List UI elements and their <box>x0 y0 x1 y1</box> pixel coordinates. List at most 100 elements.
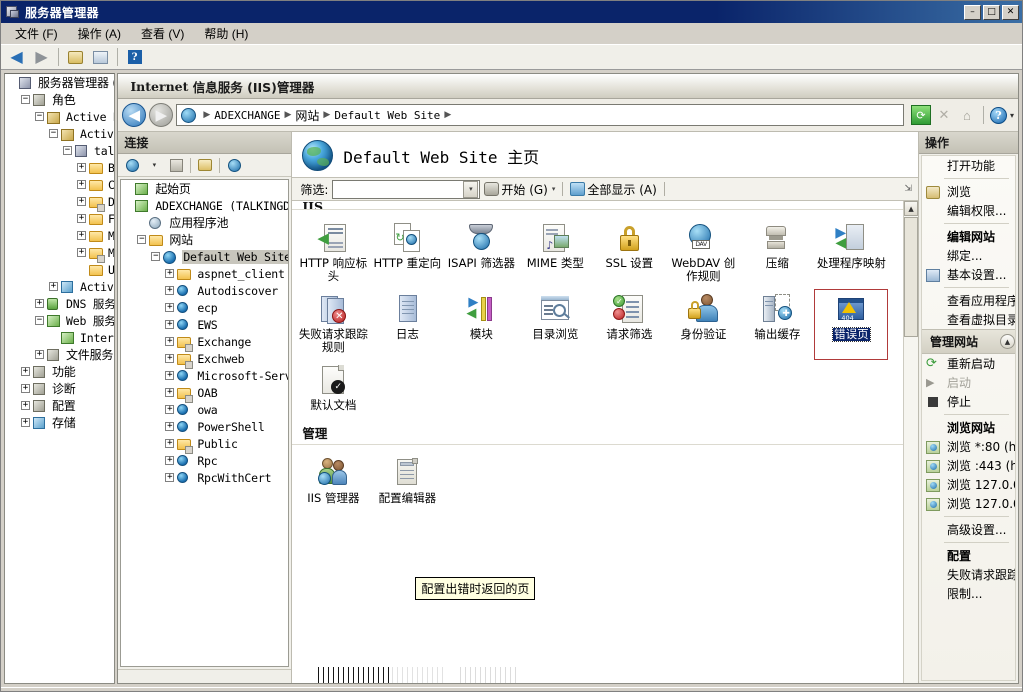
collapse-toggle-icon[interactable]: − <box>137 235 147 244</box>
breadcrumb-item-server[interactable]: ADEXCHANGE <box>214 109 280 122</box>
chevron-down-icon[interactable]: ▾ <box>550 185 556 193</box>
expand-toggle-icon[interactable]: + <box>165 269 175 278</box>
action-item[interactable]: 限制... <box>922 584 1015 603</box>
tree-item[interactable]: Users <box>5 261 114 278</box>
tree-item[interactable]: − Active Directory 用 <box>5 125 114 142</box>
expand-toggle-icon[interactable]: + <box>77 180 86 189</box>
forward-button[interactable]: ▶ <box>30 46 53 68</box>
tree-item[interactable]: + 功能 <box>5 363 114 380</box>
expand-toggle-icon[interactable]: + <box>165 439 175 448</box>
action-item[interactable]: 查看虚拟目录 <box>922 310 1015 329</box>
connections-hscrollbar[interactable] <box>118 669 292 683</box>
tree-item[interactable]: − Web 服务器(IIS) <box>5 312 114 329</box>
connections-item[interactable]: ADEXCHANGE (TALKINGDATA <box>121 197 288 214</box>
tree-item[interactable]: + ForeignSecur <box>5 210 114 227</box>
collapse-toggle-icon[interactable]: − <box>63 146 72 155</box>
expand-toggle-icon[interactable]: + <box>77 248 86 257</box>
action-item[interactable]: 基本设置... <box>922 265 1015 284</box>
tree-item[interactable]: + Builtin <box>5 159 114 176</box>
help-button[interactable]: ? <box>123 46 146 68</box>
feature-item[interactable]: 压缩 <box>740 218 814 289</box>
expand-toggle-icon[interactable]: + <box>165 473 175 482</box>
properties-button[interactable] <box>89 46 112 68</box>
chevron-down-icon[interactable]: ▾ <box>463 180 479 198</box>
action-item[interactable]: 打开功能 <box>922 156 1015 175</box>
action-item[interactable]: 高级设置... <box>922 520 1015 539</box>
expand-toggle-icon[interactable]: + <box>165 371 175 380</box>
collapse-toggle-icon[interactable]: − <box>21 95 30 104</box>
feature-item[interactable]: 配置编辑器 <box>370 453 444 511</box>
tree-item[interactable]: + Domain Contr <box>5 193 114 212</box>
tree-item[interactable]: 服务器管理器 (ADEXCHANGE) <box>5 74 114 91</box>
connections-item[interactable]: 起始页 <box>121 180 288 197</box>
show-hide-tree-button[interactable] <box>64 46 87 68</box>
tree-item[interactable]: Internet 信息服务 ( <box>5 329 114 346</box>
tree-item[interactable]: − 角色 <box>5 91 114 108</box>
maximize-button[interactable]: □ <box>983 4 1000 20</box>
feature-item[interactable]: 日志 <box>370 289 444 360</box>
connections-tree[interactable]: 起始页ADEXCHANGE (TALKINGDATA应用程序池−网站−Defau… <box>120 179 290 667</box>
expand-toggle-icon[interactable]: + <box>77 163 86 172</box>
feature-item[interactable]: ✓ 默认文档 <box>296 360 370 418</box>
help-icon-round[interactable]: ? <box>989 106 1007 124</box>
connections-item[interactable]: + Autodiscover <box>121 282 288 299</box>
menu-action[interactable]: 操作 (A) <box>68 22 131 45</box>
tree-item[interactable]: + 存储 <box>5 414 114 431</box>
expand-toggle-icon[interactable]: + <box>77 214 86 223</box>
refresh-icon[interactable]: ⟳ <box>910 105 931 125</box>
action-item[interactable]: 浏览 <box>922 182 1015 201</box>
expand-toggle-icon[interactable]: + <box>165 456 175 465</box>
help-dropdown-caret-icon[interactable]: ▾ <box>1010 111 1014 120</box>
iis-back-button[interactable]: ◀ <box>122 103 147 127</box>
tree-item[interactable]: + 文件服务 <box>5 346 114 363</box>
feature-item[interactable]: ISAPI 筛选器 <box>444 218 518 289</box>
tree-item[interactable]: + 诊断 <box>5 380 114 397</box>
feature-item[interactable]: ▶ ◀ 模块 <box>444 289 518 360</box>
feature-item[interactable]: ◀ HTTP 响应标头 <box>296 218 370 289</box>
close-button[interactable]: ✕ <box>1002 4 1019 20</box>
action-item[interactable]: 浏览 127.0.0.1:80 (http) <box>922 475 1015 494</box>
connections-item[interactable]: + RpcWithCert <box>121 469 288 486</box>
expand-toggle-icon[interactable]: + <box>165 337 175 346</box>
feature-item[interactable]: ♪ MIME 类型 <box>518 218 592 289</box>
expand-toggle-icon[interactable]: + <box>77 197 86 206</box>
expand-toggle-icon[interactable]: + <box>49 282 58 291</box>
tree-item[interactable]: + Computers <box>5 176 114 193</box>
expand-toggle-icon[interactable]: + <box>35 299 44 308</box>
menu-file[interactable]: 文件 (F) <box>5 22 68 45</box>
open-connection-button[interactable] <box>195 156 215 175</box>
expand-toggle-icon[interactable]: + <box>165 303 175 312</box>
expand-toggle-icon[interactable]: + <box>165 405 175 414</box>
connections-item[interactable]: + Public <box>121 435 288 454</box>
save-connections-button[interactable] <box>166 156 186 175</box>
filter-go-button[interactable]: 开始 (G) ▾ <box>484 181 555 198</box>
menu-help[interactable]: 帮助 (H) <box>194 22 258 45</box>
connections-item[interactable]: + PowerShell <box>121 418 288 435</box>
back-button[interactable]: ◀ <box>5 46 28 68</box>
connections-item-selected[interactable]: − Default Web Site <box>121 248 289 265</box>
disconnect-button[interactable] <box>224 156 244 175</box>
expand-toggle-icon[interactable]: + <box>21 401 30 410</box>
tree-item[interactable]: + Active Directory 站 <box>5 278 114 295</box>
expand-toggle-icon[interactable]: + <box>35 350 44 359</box>
scroll-track[interactable] <box>904 216 919 683</box>
connections-item[interactable]: + EWS <box>121 316 288 333</box>
feature-item-selected[interactable]: 404 错误页 <box>814 289 889 360</box>
connections-item[interactable]: + Rpc <box>121 452 288 469</box>
collapse-toggle-icon[interactable]: − <box>35 112 44 121</box>
connections-item[interactable]: + Exchange <box>121 333 288 352</box>
feature-item[interactable]: IIS 管理器 <box>296 453 370 511</box>
expand-toggle-icon[interactable]: + <box>165 388 175 397</box>
iis-forward-button[interactable]: ▶ <box>149 103 174 127</box>
connections-item[interactable]: + Exchweb <box>121 350 288 369</box>
chevron-up-icon[interactable]: ▲ <box>1000 334 1015 349</box>
connections-item[interactable]: + ecp <box>121 299 288 316</box>
menu-view[interactable]: 查看 (V) <box>131 22 194 45</box>
feature-item[interactable]: ✓ 请求筛选 <box>592 289 666 360</box>
expand-toggle-icon[interactable]: + <box>21 367 30 376</box>
collapse-toggle-icon[interactable]: − <box>49 129 58 138</box>
action-item[interactable]: ⟳ 重新启动 <box>922 354 1015 373</box>
collapse-toggle-icon[interactable]: − <box>35 316 44 325</box>
feature-vscrollbar[interactable]: ▲ <box>903 201 919 683</box>
expand-toggle-icon[interactable]: + <box>165 422 175 431</box>
